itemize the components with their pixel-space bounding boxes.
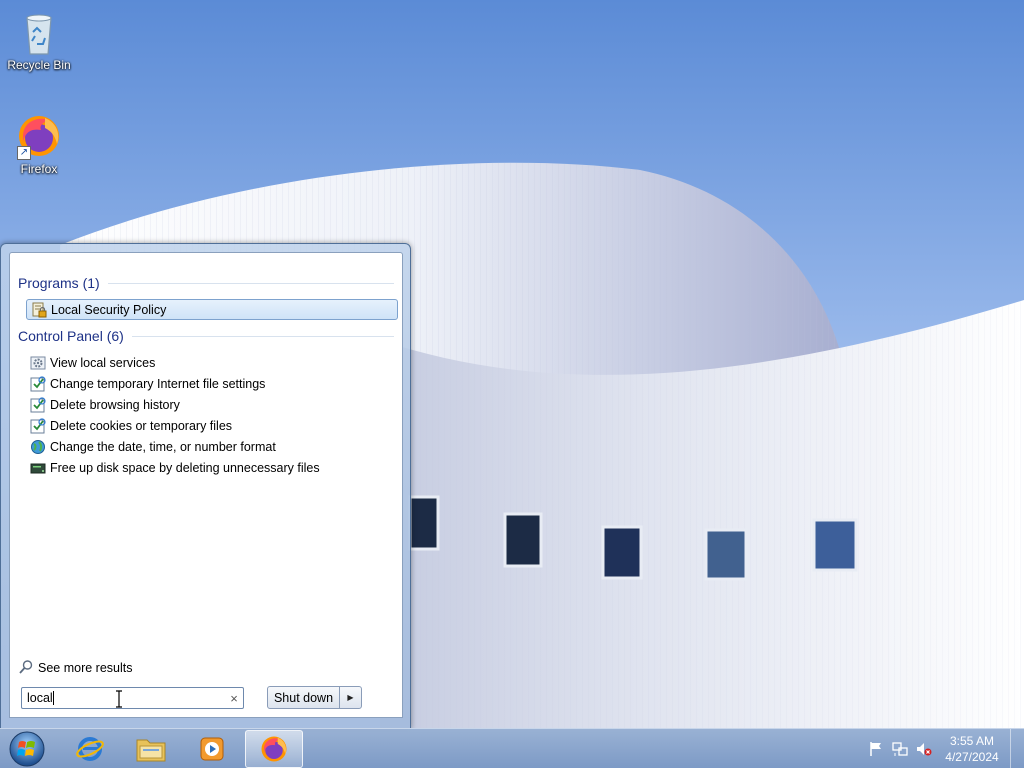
action-center-flag-icon[interactable] [868, 741, 884, 757]
region-globe-icon [30, 439, 46, 455]
taskbar-internet-explorer[interactable] [61, 730, 119, 768]
show-desktop-button[interactable] [1010, 729, 1024, 768]
result-delete-browsing-history[interactable]: Delete browsing history [26, 394, 398, 415]
result-view-local-services[interactable]: View local services [26, 352, 398, 373]
programs-heading-label: Programs (1) [18, 275, 100, 291]
internet-explorer-icon [76, 737, 104, 761]
desktop-icon-firefox[interactable]: ↗ Firefox [1, 112, 77, 176]
disk-cleanup-icon [30, 460, 46, 476]
shutdown-options-arrow-icon[interactable]: ▶ [339, 687, 361, 708]
notification-area: 3:55 AM 4/27/2024 [854, 729, 1024, 768]
divider [107, 282, 394, 284]
result-label: Change the date, time, or number format [50, 439, 276, 454]
security-policy-icon [31, 302, 47, 318]
programs-heading[interactable]: Programs (1) [18, 273, 394, 293]
start-search-input[interactable]: local × [21, 687, 244, 709]
internet-options-icon [30, 375, 46, 392]
desktop-icon-recycle-bin[interactable]: Recycle Bin [1, 8, 77, 72]
result-change-date-time-format[interactable]: Change the date, time, or number format [26, 436, 398, 457]
services-gear-icon [30, 355, 46, 371]
control-panel-heading[interactable]: Control Panel (6) [18, 326, 394, 346]
search-results-pane: Programs (1) Local Security Policy Contr… [9, 252, 403, 718]
see-more-results-label: See more results [38, 661, 133, 675]
windows-logo-icon [9, 731, 45, 767]
search-magnifier-icon [18, 659, 34, 678]
result-free-up-disk-space[interactable]: Free up disk space by deleting unnecessa… [26, 457, 398, 478]
search-input-value: local [27, 690, 53, 705]
result-label: Free up disk space by deleting unnecessa… [50, 460, 320, 475]
divider [131, 335, 394, 337]
internet-options-icon [30, 396, 46, 413]
clock-time: 3:55 AM [949, 734, 995, 748]
shutdown-button[interactable]: Shut down [268, 687, 339, 708]
taskbar: 3:55 AM 4/27/2024 [0, 728, 1024, 768]
taskbar-clock[interactable]: 3:55 AM 4/27/2024 [942, 733, 1002, 765]
recycle-bin-icon [15, 8, 63, 56]
control-panel-heading-label: Control Panel (6) [18, 328, 124, 344]
result-label: Change temporary Internet file settings [50, 376, 266, 391]
result-delete-cookies[interactable]: Delete cookies or temporary files [26, 415, 398, 436]
shortcut-arrow-icon: ↗ [17, 146, 31, 160]
result-local-security-policy[interactable]: Local Security Policy [26, 299, 398, 320]
result-label: View local services [50, 355, 156, 370]
ibeam-cursor-icon [116, 690, 122, 708]
firefox-icon: ↗ [15, 112, 63, 160]
shutdown-button-group: Shut down ▶ [267, 686, 362, 709]
volume-muted-icon[interactable] [916, 741, 932, 757]
folder-icon [136, 739, 166, 762]
taskbar-windows-explorer[interactable] [122, 730, 180, 768]
clock-date: 4/27/2024 [945, 750, 999, 764]
internet-options-icon [30, 417, 46, 434]
result-label: Delete browsing history [50, 397, 180, 412]
clear-search-icon[interactable]: × [225, 691, 243, 706]
start-menu: Programs (1) Local Security Policy Contr… [0, 243, 411, 729]
result-label: Delete cookies or temporary files [50, 418, 233, 433]
network-icon[interactable] [892, 741, 908, 757]
result-label: Local Security Policy [51, 302, 167, 317]
see-more-results-link[interactable]: See more results [18, 659, 132, 677]
media-player-icon [200, 737, 224, 761]
taskbar-media-player[interactable] [183, 730, 241, 768]
desktop-icon-label: Recycle Bin [7, 58, 71, 72]
start-button[interactable] [6, 730, 48, 768]
text-caret [52, 691, 54, 706]
result-change-temp-internet-files[interactable]: Change temporary Internet file settings [26, 373, 398, 394]
desktop-icon-label: Firefox [20, 162, 58, 176]
taskbar-firefox[interactable] [245, 730, 303, 768]
firefox-icon [261, 736, 287, 762]
